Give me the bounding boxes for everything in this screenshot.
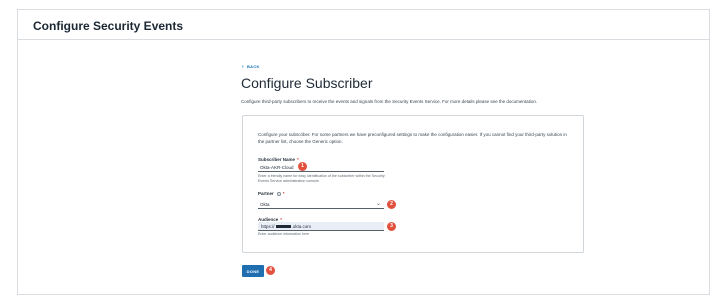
- audience-helper: Enter audience information here: [258, 232, 310, 236]
- audience-value-suffix: .okta.com: [291, 224, 312, 229]
- chevron-left-icon: ‹: [242, 64, 244, 70]
- subscriber-name-label: Subscriber Name *: [258, 157, 299, 162]
- required-marker: *: [282, 191, 285, 196]
- page-title: Configure Subscriber: [241, 75, 373, 91]
- info-icon[interactable]: [276, 191, 281, 196]
- done-button[interactable]: DONE: [242, 265, 264, 277]
- back-link[interactable]: ‹ BACK: [242, 64, 260, 70]
- partner-label-text: Partner: [258, 191, 274, 196]
- subscriber-name-label-text: Subscriber Name: [258, 157, 296, 162]
- audience-value-prefix: https://: [261, 224, 275, 229]
- chevron-down-icon: ⌄: [375, 201, 381, 207]
- back-label: BACK: [246, 64, 260, 69]
- step-badge-4: 4: [266, 266, 275, 275]
- partner-label: Partner *: [258, 191, 285, 196]
- subscriber-card: Configure your subscriber. For some part…: [242, 115, 584, 253]
- step-badge-1: 1: [298, 162, 307, 171]
- subscriber-name-helper: Enter a friendly name for easy identific…: [258, 174, 385, 183]
- redacted-block: [275, 225, 291, 229]
- app-header: Configure Security Events: [18, 10, 709, 40]
- page-description: Configure third-party subscribers to rec…: [241, 99, 538, 104]
- subscriber-name-input[interactable]: [258, 163, 384, 172]
- step-badge-3: 3: [387, 222, 396, 231]
- step-badge-2: 2: [387, 200, 396, 209]
- audience-value: https:// .okta.com: [261, 224, 311, 229]
- audience-input[interactable]: https:// .okta.com: [258, 222, 384, 231]
- partner-select-value: Okta: [260, 202, 270, 207]
- required-marker: *: [297, 157, 299, 162]
- partner-select[interactable]: Okta ⌄: [258, 200, 384, 209]
- header-title: Configure Security Events: [33, 19, 184, 33]
- card-intro: Configure your subscriber. For some part…: [258, 132, 567, 144]
